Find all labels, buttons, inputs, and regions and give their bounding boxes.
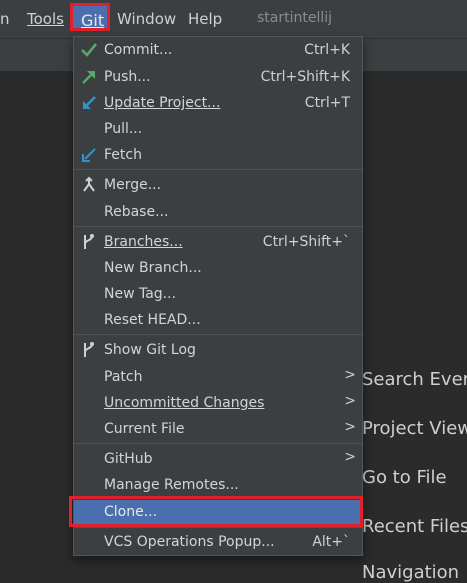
menu-item-github[interactable]: GitHub > — [74, 447, 362, 473]
branch-icon — [80, 233, 98, 251]
menu-item-label: New Tag... — [104, 286, 177, 302]
menu-item-label: New Branch... — [104, 260, 202, 276]
menu-item-rebase[interactable]: Rebase... — [74, 200, 362, 226]
welcome-search-everywhere[interactable]: Search Every — [362, 369, 467, 390]
menu-item-label: GitHub — [104, 451, 153, 467]
menu-partial-item[interactable]: n — [0, 10, 10, 28]
menu-item-label: Manage Remotes... — [104, 477, 239, 493]
menu-item-label: Patch — [104, 369, 143, 385]
project-title: startintellij — [257, 10, 333, 26]
update-arrow-icon — [80, 94, 98, 112]
menu-item-fetch[interactable]: Fetch — [74, 143, 362, 169]
menu-item-label: Reset HEAD... — [104, 312, 201, 328]
menu-item-label: Update Project... — [104, 95, 221, 111]
menu-separator — [74, 443, 362, 444]
menu-item-reset-head[interactable]: Reset HEAD... — [74, 308, 362, 334]
menu-item-label: Fetch — [104, 147, 142, 163]
git-dropdown-menu: Commit... Ctrl+K Push... Ctrl+Shift+K Up… — [73, 36, 363, 556]
menu-git-label: Git — [81, 11, 105, 30]
welcome-recent-files[interactable]: Recent Files — [362, 516, 467, 537]
menu-separator — [74, 226, 362, 227]
menu-item-new-tag[interactable]: New Tag... — [74, 282, 362, 308]
menu-item-uncommitted-changes[interactable]: Uncommitted Changes > — [74, 391, 362, 417]
menu-help[interactable]: Help — [188, 10, 222, 28]
menu-item-label: Uncommitted Changes — [104, 395, 265, 411]
menu-item-shortcut: Ctrl+K — [304, 42, 350, 58]
menu-window[interactable]: Window — [117, 10, 176, 28]
submenu-chevron-icon: > — [344, 393, 356, 409]
menu-item-merge[interactable]: Merge... — [74, 173, 362, 199]
menu-item-shortcut: Ctrl+Shift+` — [262, 234, 350, 250]
menu-item-label: VCS Operations Popup... — [104, 534, 275, 550]
merge-icon — [80, 176, 98, 194]
menu-item-label: Current File — [104, 421, 185, 437]
menu-item-show-git-log[interactable]: Show Git Log — [74, 338, 362, 364]
menu-item-label: Pull... — [104, 121, 143, 137]
menu-item-label: Rebase... — [104, 204, 169, 220]
welcome-navigation[interactable]: Navigation — [362, 562, 459, 583]
push-arrow-icon — [80, 68, 98, 86]
menu-separator — [74, 527, 362, 528]
menu-item-shortcut: Ctrl+Shift+K — [260, 69, 350, 85]
menu-item-pull[interactable]: Pull... — [74, 117, 362, 143]
menu-item-branches[interactable]: Branches... Ctrl+Shift+` — [74, 230, 362, 256]
menu-tools-label: Tools — [27, 10, 64, 28]
menu-item-shortcut: Ctrl+T — [304, 95, 350, 111]
menu-separator — [74, 169, 362, 170]
menu-git[interactable]: Git — [70, 3, 110, 31]
menu-item-current-file[interactable]: Current File > — [74, 417, 362, 443]
menu-item-label: Show Git Log — [104, 342, 196, 358]
menu-item-update-project[interactable]: Update Project... Ctrl+T — [74, 91, 362, 117]
menu-item-label: Push... — [104, 69, 151, 85]
menu-item-label: Merge... — [104, 177, 162, 193]
menu-item-label: Commit... — [104, 42, 173, 58]
git-log-icon — [80, 341, 98, 359]
submenu-chevron-icon: > — [344, 419, 356, 435]
menu-item-label: Clone... — [104, 504, 158, 520]
menu-item-clone[interactable]: Clone... — [74, 500, 362, 526]
menu-tools[interactable]: Tools — [27, 10, 64, 28]
menu-item-new-branch[interactable]: New Branch... — [74, 256, 362, 282]
fetch-icon — [80, 146, 98, 164]
menu-item-commit[interactable]: Commit... Ctrl+K — [74, 38, 362, 64]
welcome-go-to-file[interactable]: Go to File — [362, 467, 447, 488]
menu-item-manage-remotes[interactable]: Manage Remotes... — [74, 473, 362, 499]
menu-item-shortcut: Alt+` — [312, 534, 350, 550]
menu-item-patch[interactable]: Patch > — [74, 365, 362, 391]
submenu-chevron-icon: > — [344, 367, 356, 383]
menu-item-label: Branches... — [104, 234, 183, 250]
check-icon — [80, 41, 98, 59]
welcome-project-view[interactable]: Project View — [362, 418, 467, 439]
menu-item-vcs-operations-popup[interactable]: VCS Operations Popup... Alt+` — [74, 530, 362, 556]
menu-item-push[interactable]: Push... Ctrl+Shift+K — [74, 65, 362, 91]
submenu-chevron-icon: > — [344, 449, 356, 465]
menu-separator — [74, 334, 362, 335]
